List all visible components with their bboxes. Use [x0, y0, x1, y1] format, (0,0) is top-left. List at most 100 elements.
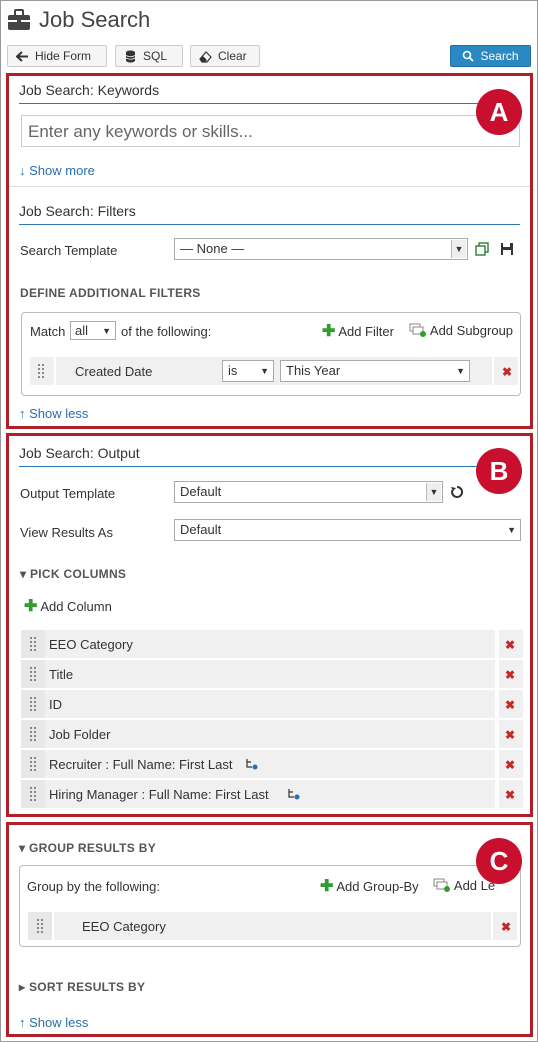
delete-icon[interactable]: ✖: [505, 759, 515, 771]
column-name: Hiring Manager : Full Name: First Last: [49, 787, 269, 802]
divider: [9, 186, 530, 187]
search-template-select[interactable]: — None — ▼: [174, 238, 468, 260]
match-select[interactable]: all ▼: [70, 321, 116, 340]
group-by-following-label: Group by the following:: [27, 879, 160, 894]
column-name: ID: [49, 697, 62, 712]
filter-value-select[interactable]: This Year ▼: [280, 360, 470, 382]
column-name: Recruiter : Full Name: First Last: [49, 757, 233, 772]
reset-icon[interactable]: [450, 485, 464, 499]
search-label: Search: [480, 49, 519, 63]
group-results-toggle[interactable]: ▾ GROUP RESULTS BY: [19, 841, 156, 855]
drag-handle[interactable]: [21, 660, 45, 688]
add-filter-label: Add Filter: [338, 324, 394, 339]
drag-handle[interactable]: [30, 357, 54, 385]
keywords-input[interactable]: Enter any keywords or skills...: [21, 115, 520, 147]
match-label: Match: [30, 324, 66, 339]
add-subgroup-button[interactable]: Add Subgroup: [409, 323, 513, 338]
show-more-link[interactable]: ↓ Show more: [19, 163, 95, 178]
group-field: EEO Category: [82, 919, 166, 934]
of-following-label: of the following:: [121, 324, 212, 339]
delete-icon[interactable]: ✖: [501, 921, 511, 933]
show-less-label: Show less: [29, 406, 89, 421]
match-value: all: [75, 323, 89, 338]
add-subgroup-label: Add Subgroup: [429, 323, 514, 338]
chevron-down-icon: ▼: [507, 525, 516, 535]
add-filter-button[interactable]: ✚ Add Filter: [322, 321, 394, 341]
drag-grip-icon: [37, 919, 45, 933]
search-icon: [463, 50, 475, 62]
arrow-left-icon: [16, 50, 28, 62]
plus-icon: ✚: [322, 323, 336, 340]
drag-handle[interactable]: [21, 780, 45, 808]
column-name: EEO Category: [49, 637, 133, 652]
filter-operator-value: is: [228, 363, 238, 378]
sort-results-label: SORT RESULTS BY: [28, 980, 146, 994]
briefcase-icon: [8, 9, 30, 30]
add-column-label: Add Column: [40, 599, 112, 614]
caret-right-icon: ▸: [19, 980, 26, 994]
filters-heading: Job Search: Filters: [19, 203, 520, 225]
callout-badge-a: A: [476, 89, 522, 135]
toolbar: Hide Form SQL Clear Search: [7, 45, 531, 69]
define-filters-label: DEFINE ADDITIONAL FILTERS: [20, 286, 201, 300]
filter-group: Match all ▼ of the following: ✚ Add Filt…: [21, 312, 521, 396]
drag-grip-icon: [30, 637, 38, 651]
arrow-up-icon: ↑: [19, 406, 26, 421]
add-column-button[interactable]: ✚ Add Column: [24, 596, 112, 616]
drag-handle[interactable]: [28, 912, 52, 940]
sort-results-toggle[interactable]: ▸ SORT RESULTS BY: [19, 980, 145, 994]
column-row: EEO Category ✖: [21, 630, 523, 658]
sql-button[interactable]: SQL: [115, 45, 183, 67]
grouping-panel: ▾ GROUP RESULTS BY Group by the followin…: [6, 822, 533, 1037]
output-template-select[interactable]: Default ▼: [174, 481, 443, 503]
chevron-down-icon: ▼: [451, 240, 466, 258]
add-group-by-button[interactable]: ✚ Add Group-By: [320, 876, 419, 896]
column-name: Title: [49, 667, 74, 682]
search-template-label: Search Template: [20, 243, 118, 258]
delete-icon[interactable]: ✖: [505, 789, 515, 801]
show-less-link[interactable]: ↑ Show less: [19, 406, 88, 421]
show-less-link[interactable]: ↑ Show less: [19, 1015, 88, 1030]
callout-badge-b: B: [476, 448, 522, 494]
drag-grip-icon: [30, 787, 38, 801]
clear-button[interactable]: Clear: [190, 45, 260, 67]
clear-label: Clear: [218, 49, 247, 63]
filter-operator-select[interactable]: is ▼: [222, 360, 274, 382]
drag-grip-icon: [30, 697, 38, 711]
hide-form-button[interactable]: Hide Form: [7, 45, 107, 67]
keywords-filters-panel: Job Search: Keywords Enter any keywords …: [6, 73, 533, 429]
relation-icon: [246, 759, 258, 770]
group-by-box: Group by the following: ✚ Add Group-By A…: [19, 865, 521, 947]
view-results-value: Default: [180, 522, 222, 537]
page-header: Job Search: [7, 5, 150, 35]
drag-handle[interactable]: [21, 630, 45, 658]
output-template-label: Output Template: [20, 486, 116, 501]
chevron-down-icon: ▼: [456, 366, 465, 376]
chevron-down-icon: ▼: [102, 325, 111, 336]
delete-icon[interactable]: ✖: [505, 729, 515, 741]
search-button[interactable]: Search: [450, 45, 531, 67]
add-level-icon: [433, 878, 450, 892]
delete-icon[interactable]: ✖: [505, 669, 515, 681]
chevron-down-icon: ▼: [260, 366, 269, 376]
view-results-select[interactable]: Default ▼: [174, 519, 521, 541]
delete-icon[interactable]: ✖: [505, 639, 515, 651]
drag-handle[interactable]: [21, 720, 45, 748]
drag-handle[interactable]: [21, 690, 45, 718]
show-less-label: Show less: [29, 1015, 89, 1030]
pick-columns-toggle[interactable]: ▾ PICK COLUMNS: [20, 567, 126, 581]
view-results-label: View Results As: [20, 525, 113, 540]
show-more-label: Show more: [29, 163, 95, 178]
plus-icon: ✚: [320, 878, 334, 895]
delete-icon[interactable]: ✖: [505, 699, 515, 711]
delete-icon[interactable]: ✖: [502, 366, 512, 378]
eraser-icon: [199, 50, 212, 63]
column-row: Recruiter : Full Name: First Last ✖: [21, 750, 523, 778]
save-icon[interactable]: [500, 242, 514, 256]
column-name: Job Folder: [49, 727, 111, 742]
drag-grip-icon: [30, 727, 38, 741]
copy-icon[interactable]: [475, 242, 489, 256]
drag-handle[interactable]: [21, 750, 45, 778]
chevron-down-icon: ▼: [426, 483, 441, 501]
drag-grip-icon: [30, 667, 38, 681]
